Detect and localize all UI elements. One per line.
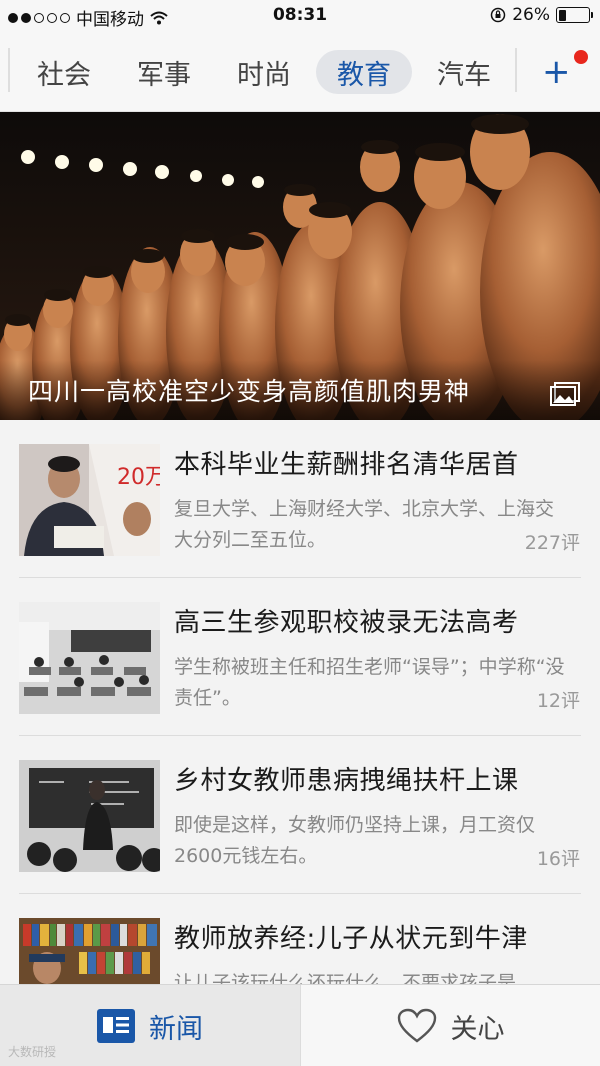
news-title: 乡村女教师患病拽绳扶杆上课 [174, 766, 519, 796]
news-summary: 学生称被班主任和招生老师“误导”；中学称“没责任”。 [174, 656, 565, 709]
news-item[interactable]: 教师放养经:儿子从状元到牛津 让儿子该玩什么还玩什么，不要求孩子是 [0, 894, 600, 984]
comment-count: 227评 [524, 532, 580, 554]
thumb-text-20wan: 20万 [117, 465, 160, 490]
plus-icon: + [542, 52, 571, 92]
tab-channel[interactable]: 汽车 [414, 50, 514, 94]
tab-care-label: 关心 [450, 1013, 505, 1045]
news-item[interactable]: 20万 本科毕业生薪酬排名清华居首 复旦大学、上海财经大学、北京大学、上海交大分… [0, 420, 600, 578]
news-icon [97, 1009, 135, 1043]
heart-icon [397, 1008, 436, 1043]
news-item[interactable]: 高三生参观职校被录无法高考 学生称被班主任和招生老师“误导”；中学称“没责任”。… [0, 578, 600, 736]
status-bar: 中国移动 08:31 26% [0, 0, 600, 32]
watermark: 大数研授 [8, 1045, 57, 1059]
tab-channel[interactable]: 教育 [316, 50, 412, 94]
news-thumbnail [19, 602, 160, 714]
comment-count: 12评 [536, 690, 580, 712]
bottom-tab-bar: 新闻 关心 [0, 984, 600, 1066]
news-list: 20万 本科毕业生薪酬排名清华居首 复旦大学、上海财经大学、北京大学、上海交大分… [0, 420, 600, 984]
add-channel-button[interactable]: + [530, 50, 588, 94]
hero-headline[interactable]: 四川一高校准空少变身高颜值肌肉男神 [0, 112, 600, 420]
gallery-icon [550, 382, 580, 406]
rotation-lock-icon [490, 7, 506, 23]
tab-channel[interactable]: 社会 [14, 50, 114, 94]
news-item[interactable]: 乡村女教师患病拽绳扶杆上课 即使是这样，女教师仍坚持上课，月工资仅2600元钱左… [0, 736, 600, 894]
channel-tab-bar: 社会 军事 时尚 教育 汽车 + [0, 32, 600, 112]
tab-divider [515, 48, 517, 92]
news-thumbnail [19, 918, 160, 984]
news-summary: 即使是这样，女教师仍坚持上课，月工资仅2600元钱左右。 [174, 814, 536, 867]
news-title: 本科毕业生薪酬排名清华居首 [174, 450, 519, 480]
hero-title: 四川一高校准空少变身高颜值肌肉男神 [28, 377, 471, 406]
tab-divider [8, 48, 10, 92]
news-summary: 复旦大学、上海财经大学、北京大学、上海交大分列二至五位。 [174, 498, 555, 551]
tab-channel[interactable]: 时尚 [214, 50, 314, 94]
news-title: 高三生参观职校被录无法高考 [174, 608, 519, 638]
news-thumbnail: 20万 [19, 444, 160, 556]
tab-news-label: 新闻 [149, 1013, 203, 1045]
tab-channel[interactable]: 军事 [114, 50, 214, 94]
news-title: 教师放养经:儿子从状元到牛津 [174, 924, 528, 954]
news-summary: 让儿子该玩什么还玩什么，不要求孩子是 [174, 972, 517, 984]
battery-percent: 26% [512, 5, 550, 25]
notification-dot [574, 50, 588, 64]
news-thumbnail [19, 760, 160, 872]
comment-count: 16评 [536, 848, 580, 870]
tab-care[interactable]: 关心 [300, 985, 600, 1066]
battery-icon [556, 7, 593, 23]
